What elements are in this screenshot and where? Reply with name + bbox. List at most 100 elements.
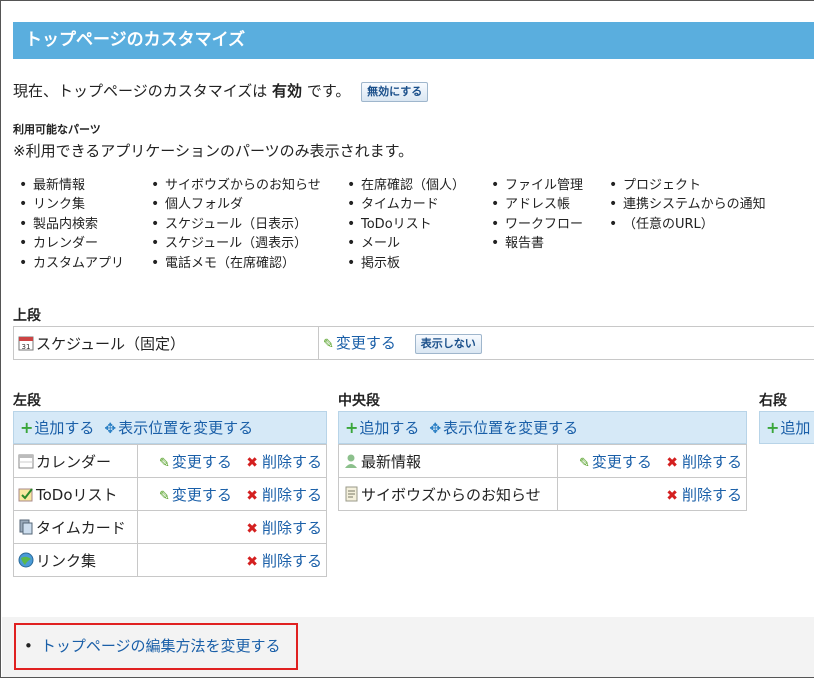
edit-method-highlight: • トップページの編集方法を変更する	[14, 623, 298, 670]
upper-actions-cell: ✎ 変更する 表示しない	[318, 326, 814, 360]
svg-text:31: 31	[22, 343, 31, 351]
table-row: カレンダー ✎ 変更する ✖ 削除する	[13, 444, 327, 478]
delete-link[interactable]: 削除する	[262, 453, 322, 471]
table-row: タイムカード ✖ 削除する	[13, 510, 327, 544]
part-item: 個人フォルダ	[151, 195, 321, 214]
center-section-table: 最新情報 ✎ 変更する ✖ 削除する サイボウズからのお知らせ ✖ 削除する	[338, 444, 747, 511]
part-item: プロジェクト	[609, 176, 766, 195]
pencil-icon: ✎	[579, 455, 590, 471]
notice-document-icon	[343, 486, 359, 502]
table-row: 31 スケジュール（固定） ✎ 変更する 表示しない	[13, 326, 814, 360]
part-item: アドレス帳	[491, 195, 583, 214]
part-name: リンク集	[36, 551, 97, 570]
delete-icon: ✖	[246, 487, 258, 504]
status-line: 現在、トップページのカスタマイズは 有効 です。 無効にする	[13, 81, 429, 102]
person-icon	[343, 453, 359, 469]
part-item: ファイル管理	[491, 176, 583, 195]
part-item: 掲示板	[347, 254, 465, 273]
status-prefix: 現在、トップページのカスタマイズは	[13, 82, 268, 100]
part-item: タイムカード	[347, 195, 465, 214]
plus-icon: +	[766, 418, 780, 437]
upper-item-cell: 31 スケジュール（固定）	[13, 326, 319, 360]
part-item: ToDoリスト	[347, 215, 465, 234]
plus-icon: +	[345, 418, 359, 437]
table-row: 最新情報 ✎ 変更する ✖ 削除する	[338, 444, 747, 478]
parts-column-1: 最新情報 リンク集 製品内検索 カレンダー カスタムアプリ	[19, 176, 124, 273]
table-row: リンク集 ✖ 削除する	[13, 543, 327, 577]
upper-section-table: 31 スケジュール（固定） ✎ 変更する 表示しない	[13, 326, 814, 360]
right-section-label: 右段	[759, 393, 787, 409]
part-item: 製品内検索	[19, 215, 124, 234]
globe-link-icon	[18, 552, 34, 568]
delete-icon: ✖	[246, 454, 258, 471]
part-name: タイムカード	[36, 518, 126, 537]
part-item: カスタムアプリ	[19, 254, 124, 273]
upper-change-link[interactable]: 変更する	[336, 334, 396, 352]
delete-link[interactable]: 削除する	[682, 453, 742, 471]
left-section-table: カレンダー ✎ 変更する ✖ 削除する ToDoリスト ✎ 変更する ✖ 削除する タイ…	[13, 444, 327, 577]
delete-icon: ✖	[246, 553, 258, 570]
table-row: サイボウズからのお知らせ ✖ 削除する	[338, 477, 747, 511]
part-item: （任意のURL）	[609, 215, 766, 234]
change-link[interactable]: 変更する	[172, 453, 232, 471]
left-move-link[interactable]: 表示位置を変更する	[118, 419, 253, 437]
hide-button[interactable]: 表示しない	[414, 333, 482, 354]
part-item: スケジュール（日表示）	[151, 215, 321, 234]
upper-item-name: スケジュール（固定）	[36, 334, 185, 353]
part-name: 最新情報	[361, 452, 422, 471]
left-section-header: +追加する ✥ 表示位置を変更する	[13, 411, 327, 444]
parts-heading: 利用可能なパーツ	[13, 123, 101, 136]
page-title: トップページのカスタマイズ	[13, 22, 814, 59]
parts-column-2: サイボウズからのお知らせ 個人フォルダ スケジュール（日表示） スケジュール（週…	[151, 176, 321, 273]
delete-link[interactable]: 削除する	[262, 552, 322, 570]
timecard-icon	[18, 519, 34, 535]
delete-link[interactable]: 削除する	[682, 486, 742, 504]
part-item: カレンダー	[19, 234, 124, 253]
status-suffix: です。	[306, 82, 351, 100]
right-section-header: +追加	[759, 411, 814, 444]
parts-column-4: ファイル管理 アドレス帳 ワークフロー 報告書	[491, 176, 583, 254]
parts-note: ※利用できるアプリケーションのパーツのみ表示されます。	[13, 142, 414, 160]
left-section-label: 左段	[13, 393, 41, 409]
status-value: 有効	[272, 82, 303, 100]
part-item: 連携システムからの通知	[609, 195, 766, 214]
plus-icon: +	[20, 418, 34, 437]
edit-method-link[interactable]: トップページの編集方法を変更する	[41, 637, 281, 655]
pencil-icon: ✎	[323, 337, 334, 353]
part-name: ToDoリスト	[36, 485, 118, 504]
part-name: カレンダー	[36, 452, 112, 471]
delete-link[interactable]: 削除する	[262, 519, 322, 537]
left-add-link[interactable]: 追加する	[34, 419, 94, 437]
part-item: スケジュール（週表示）	[151, 234, 321, 253]
center-section-header: +追加する ✥ 表示位置を変更する	[338, 411, 747, 444]
pencil-icon: ✎	[159, 455, 170, 471]
part-item: 在席確認（個人）	[347, 176, 465, 195]
parts-column-5: プロジェクト 連携システムからの通知 （任意のURL）	[609, 176, 766, 234]
center-section-label: 中央段	[338, 393, 380, 409]
part-item: サイボウズからのお知らせ	[151, 176, 321, 195]
change-link[interactable]: 変更する	[592, 453, 652, 471]
delete-icon: ✖	[666, 487, 678, 504]
move-icon: ✥	[429, 421, 442, 437]
parts-column-3: 在席確認（個人） タイムカード ToDoリスト メール 掲示板	[347, 176, 465, 273]
part-item: 電話メモ（在席確認）	[151, 254, 321, 273]
delete-icon: ✖	[666, 454, 678, 471]
part-item: メール	[347, 234, 465, 253]
part-item: 最新情報	[19, 176, 124, 195]
upper-section-label: 上段	[13, 308, 41, 324]
disable-button[interactable]: 無効にする	[361, 81, 429, 102]
move-icon: ✥	[104, 421, 117, 437]
center-move-link[interactable]: 表示位置を変更する	[443, 419, 578, 437]
center-add-link[interactable]: 追加する	[359, 419, 419, 437]
calendar-icon	[18, 453, 34, 469]
delete-icon: ✖	[246, 520, 258, 537]
todo-check-icon	[18, 486, 34, 502]
calendar-icon: 31	[18, 335, 34, 351]
delete-link[interactable]: 削除する	[262, 486, 322, 504]
window-frame: トップページのカスタマイズ 現在、トップページのカスタマイズは 有効 です。 無…	[0, 0, 814, 678]
part-item: ワークフロー	[491, 215, 583, 234]
part-item: 報告書	[491, 234, 583, 253]
bullet: •	[24, 637, 33, 655]
change-link[interactable]: 変更する	[172, 486, 232, 504]
right-add-link[interactable]: 追加	[780, 419, 810, 437]
